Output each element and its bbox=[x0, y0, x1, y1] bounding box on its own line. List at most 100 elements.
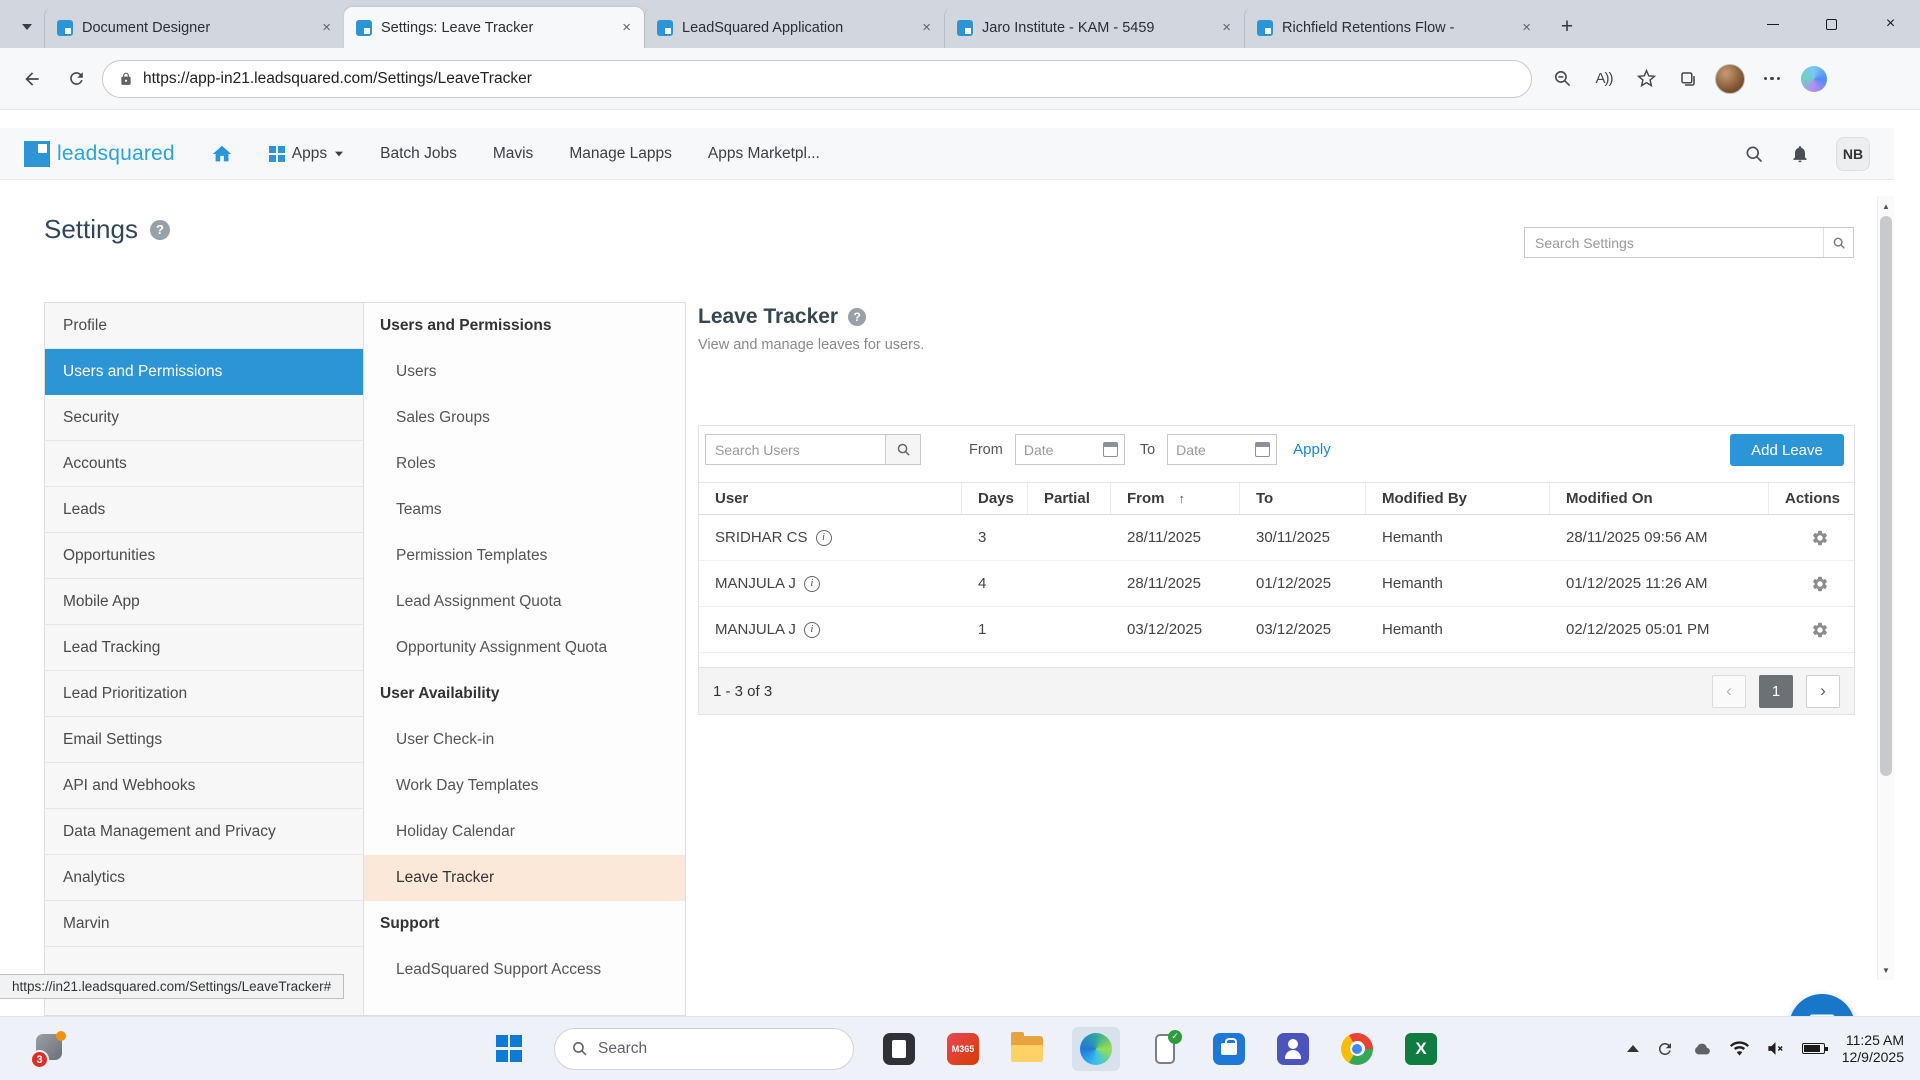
address-bar[interactable]: https://app-in21.leadsquared.com/Setting… bbox=[102, 60, 1532, 98]
onedrive-cloud-icon[interactable] bbox=[1691, 1041, 1713, 1057]
reload-button[interactable] bbox=[58, 61, 94, 97]
nav-manage-lapps[interactable]: Manage Lapps bbox=[569, 145, 672, 163]
sidebar-item-lead-tracking[interactable]: Lead Tracking bbox=[45, 625, 363, 671]
nav-mavis[interactable]: Mavis bbox=[493, 145, 533, 163]
read-aloud-button[interactable]: A)) bbox=[1586, 61, 1622, 97]
zoom-button[interactable] bbox=[1544, 61, 1580, 97]
tab-close-icon[interactable]: × bbox=[319, 19, 334, 36]
row-actions-button[interactable] bbox=[1769, 529, 1854, 547]
start-button[interactable] bbox=[490, 1030, 528, 1068]
search-users-button[interactable] bbox=[885, 434, 921, 465]
add-leave-button[interactable]: Add Leave bbox=[1730, 434, 1844, 466]
column-to[interactable]: To bbox=[1240, 483, 1366, 514]
taskbar-app-excel[interactable]: X bbox=[1402, 1030, 1440, 1068]
sync-icon[interactable] bbox=[1656, 1040, 1674, 1058]
close-button[interactable]: × bbox=[1861, 0, 1920, 48]
settings-menu-button[interactable] bbox=[1754, 61, 1790, 97]
info-icon[interactable]: i bbox=[804, 576, 820, 592]
info-icon[interactable]: i bbox=[804, 622, 820, 638]
apply-link[interactable]: Apply bbox=[1293, 441, 1331, 458]
sidebar-item-api-and-webhooks[interactable]: API and Webhooks bbox=[45, 763, 363, 809]
nav-apps-marketplace[interactable]: Apps Marketpl... bbox=[708, 145, 820, 163]
column-from[interactable]: From↑ bbox=[1111, 483, 1240, 514]
sidebar-item-email-settings[interactable]: Email Settings bbox=[45, 717, 363, 763]
user-avatar[interactable]: NB bbox=[1836, 137, 1870, 171]
submenu-item-permission-templates[interactable]: Permission Templates bbox=[364, 533, 685, 579]
tab-document-designer[interactable]: Document Designer × bbox=[44, 7, 344, 48]
sidebar-item-opportunities[interactable]: Opportunities bbox=[45, 533, 363, 579]
sidebar-item-users-and-permissions[interactable]: Users and Permissions bbox=[45, 349, 363, 395]
settings-search-button[interactable] bbox=[1823, 228, 1853, 257]
sidebar-item-marvin[interactable]: Marvin bbox=[45, 901, 363, 947]
tray-chevron-up-icon[interactable] bbox=[1627, 1045, 1639, 1052]
row-actions-button[interactable] bbox=[1769, 575, 1854, 593]
sidebar-item-leads[interactable]: Leads bbox=[45, 487, 363, 533]
scrollbar-thumb[interactable] bbox=[1880, 216, 1892, 776]
info-icon[interactable]: i bbox=[816, 530, 832, 546]
nav-home[interactable] bbox=[211, 143, 233, 165]
taskbar-app-teams[interactable] bbox=[1274, 1030, 1312, 1068]
submenu-item-teams[interactable]: Teams bbox=[364, 487, 685, 533]
favorite-button[interactable] bbox=[1628, 61, 1664, 97]
bell-icon[interactable] bbox=[1790, 144, 1810, 164]
new-tab-button[interactable]: + bbox=[1550, 10, 1584, 44]
tab-close-icon[interactable]: × bbox=[619, 19, 634, 36]
minimize-button[interactable] bbox=[1743, 0, 1802, 48]
sidebar-item-security[interactable]: Security bbox=[45, 395, 363, 441]
submenu-item-leadsquared-support-access[interactable]: LeadSquared Support Access bbox=[364, 947, 685, 993]
sidebar-item-profile[interactable]: Profile bbox=[45, 303, 363, 349]
taskbar-clock[interactable]: 11:25 AM 12/9/2025 bbox=[1842, 1032, 1904, 1066]
taskbar-app-edge-active[interactable] bbox=[1072, 1027, 1120, 1071]
tab-settings-leave-tracker[interactable]: Settings: Leave Tracker × bbox=[344, 7, 644, 48]
favorites-bar-button[interactable] bbox=[1670, 61, 1706, 97]
page-scrollbar[interactable]: ▲ ▼ bbox=[1877, 196, 1894, 980]
submenu-item-user-check-in[interactable]: User Check-in bbox=[364, 717, 685, 763]
row-actions-button[interactable] bbox=[1769, 621, 1854, 639]
leadsquared-logo[interactable]: leadsquared bbox=[24, 141, 175, 167]
search-users-input[interactable] bbox=[705, 434, 885, 465]
submenu-item-opportunity-assignment-quota[interactable]: Opportunity Assignment Quota bbox=[364, 625, 685, 671]
nav-batch-jobs[interactable]: Batch Jobs bbox=[380, 145, 457, 163]
to-date-input[interactable] bbox=[1176, 442, 1251, 458]
column-days[interactable]: Days bbox=[962, 483, 1028, 514]
tab-close-icon[interactable]: × bbox=[919, 19, 934, 36]
submenu-item-sales-groups[interactable]: Sales Groups bbox=[364, 395, 685, 441]
scroll-up-arrow[interactable]: ▲ bbox=[1878, 198, 1894, 214]
column-user[interactable]: User bbox=[699, 483, 962, 514]
maximize-button[interactable] bbox=[1802, 0, 1861, 48]
taskbar-search[interactable]: Search bbox=[554, 1028, 854, 1070]
sidebar-item-lead-prioritization[interactable]: Lead Prioritization bbox=[45, 671, 363, 717]
profile-button[interactable] bbox=[1712, 61, 1748, 97]
taskbar-notification-area[interactable]: 3 bbox=[30, 1031, 68, 1069]
calendar-icon[interactable] bbox=[1255, 442, 1270, 457]
tab-search-button[interactable] bbox=[10, 10, 44, 44]
taskbar-app-m365[interactable]: M365 bbox=[944, 1030, 982, 1068]
submenu-item-roles[interactable]: Roles bbox=[364, 441, 685, 487]
sidebar-item-mobile-app[interactable]: Mobile App bbox=[45, 579, 363, 625]
copilot-button[interactable] bbox=[1796, 61, 1832, 97]
chat-widget-button[interactable] bbox=[1789, 994, 1855, 1016]
search-icon[interactable] bbox=[1744, 144, 1764, 164]
submenu-item-holiday-calendar[interactable]: Holiday Calendar bbox=[364, 809, 685, 855]
settings-help-icon[interactable]: ? bbox=[150, 220, 170, 240]
back-button[interactable] bbox=[14, 61, 50, 97]
leave-tracker-help-icon[interactable]: ? bbox=[848, 308, 866, 326]
nav-apps[interactable]: Apps bbox=[269, 145, 344, 163]
taskbar-app-chrome[interactable] bbox=[1338, 1030, 1376, 1068]
column-modified-by[interactable]: Modified By bbox=[1366, 483, 1550, 514]
sidebar-item-analytics[interactable]: Analytics bbox=[45, 855, 363, 901]
next-page-button[interactable]: › bbox=[1806, 675, 1840, 708]
taskbar-app-phone-link[interactable]: ✓ bbox=[1146, 1030, 1184, 1068]
settings-search-input[interactable] bbox=[1525, 235, 1823, 251]
submenu-item-lead-assignment-quota[interactable]: Lead Assignment Quota bbox=[364, 579, 685, 625]
volume-muted-icon[interactable] bbox=[1766, 1039, 1785, 1058]
taskbar-app-store[interactable] bbox=[1210, 1030, 1248, 1068]
wifi-icon[interactable] bbox=[1730, 1039, 1749, 1058]
submenu-item-users[interactable]: Users bbox=[364, 349, 685, 395]
taskbar-app-notepad[interactable] bbox=[880, 1030, 918, 1068]
previous-page-button[interactable]: ‹ bbox=[1712, 675, 1746, 708]
column-partial[interactable]: Partial bbox=[1028, 483, 1111, 514]
tab-close-icon[interactable]: × bbox=[1219, 19, 1234, 36]
submenu-item-work-day-templates[interactable]: Work Day Templates bbox=[364, 763, 685, 809]
tab-richfield-retentions[interactable]: Richfield Retentions Flow - × bbox=[1244, 7, 1544, 48]
